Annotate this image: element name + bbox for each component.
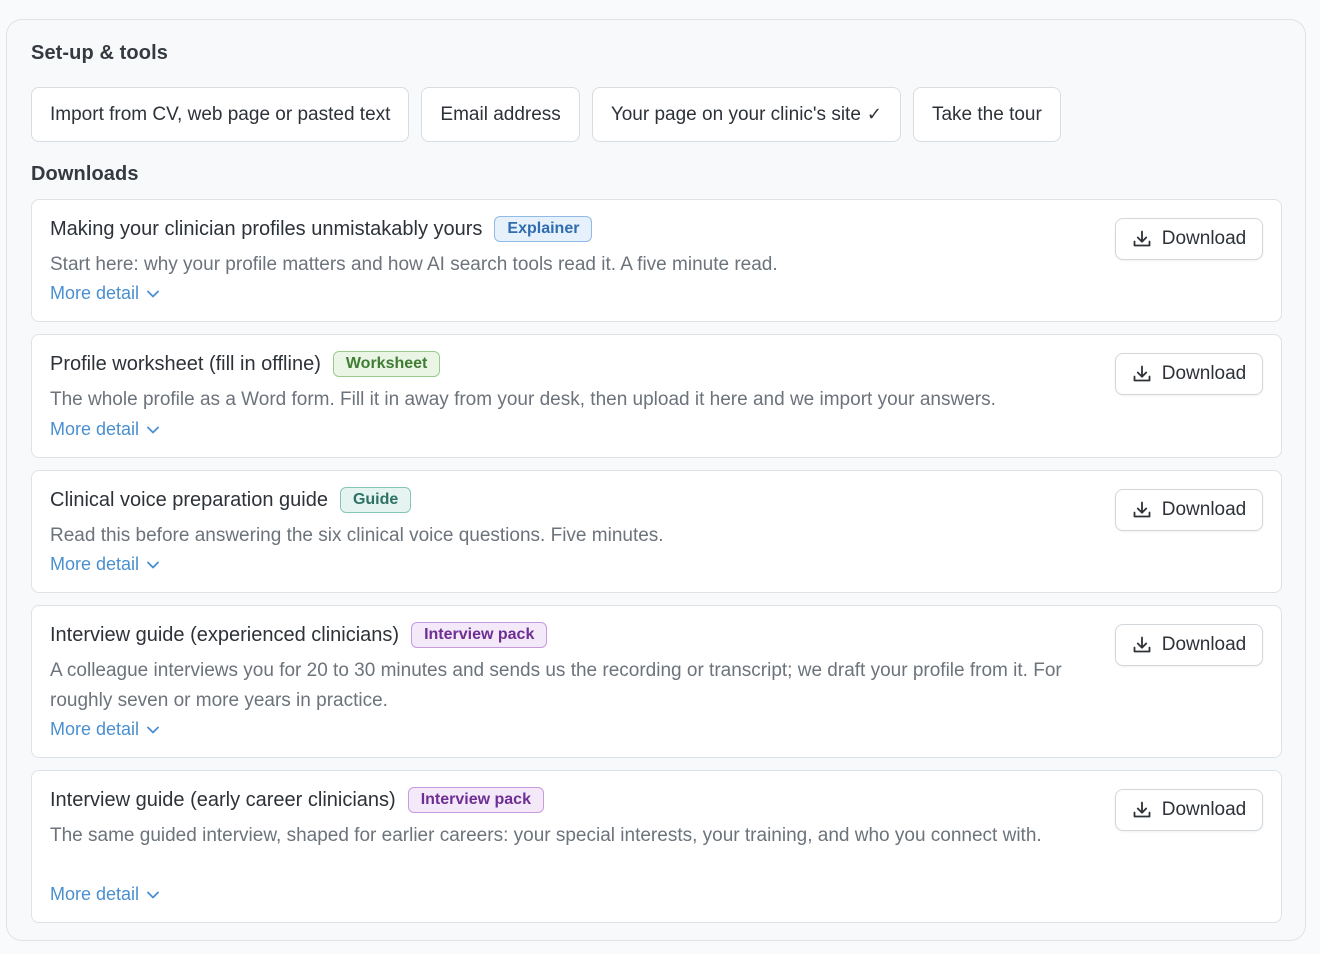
download-card-interview-early-career: Interview guide (early career clinicians… — [31, 770, 1282, 923]
download-card-description: Read this before answering the six clini… — [50, 525, 664, 546]
clinic-site-page-button-label: Your page on your clinic's site — [610, 103, 861, 125]
download-card-interview-experienced: Interview guide (experienced clinicians)… — [31, 605, 1282, 758]
download-card-header: Interview guide (early career clinicians… — [50, 787, 544, 813]
email-address-button[interactable]: Email address — [421, 87, 580, 142]
more-detail-label: More detail — [50, 554, 140, 574]
download-card-description: The same guided interview, shaped for ea… — [50, 825, 1042, 846]
download-card-title: Making your clinician profiles unmistaka… — [50, 217, 483, 240]
download-button-label: Download — [1161, 499, 1247, 520]
download-button-label: Download — [1161, 799, 1247, 820]
download-card-title: Profile worksheet (fill in offline) — [50, 352, 321, 375]
download-card-description: A colleague interviews you for 20 to 30 … — [50, 660, 1062, 711]
download-icon — [1132, 800, 1152, 820]
badge-explainer: Explainer — [494, 216, 593, 242]
more-detail-label: More detail — [50, 719, 140, 739]
take-tour-button-label: Take the tour — [931, 103, 1042, 125]
more-detail-link[interactable]: More detail — [50, 554, 159, 575]
downloads-title: Downloads — [31, 163, 139, 185]
chevron-down-icon — [147, 561, 159, 569]
chevron-down-icon — [147, 726, 159, 734]
download-card-description: The whole profile as a Word form. Fill i… — [50, 389, 996, 410]
badge-interview-pack: Interview pack — [411, 622, 548, 648]
badge-guide: Guide — [339, 487, 412, 513]
badge-worksheet: Worksheet — [332, 351, 441, 377]
download-button-label: Download — [1161, 634, 1247, 655]
chevron-down-icon — [147, 290, 159, 298]
download-button-label: Download — [1161, 228, 1247, 249]
download-card-header: Interview guide (experienced clinicians)… — [50, 622, 548, 648]
download-card-title: Interview guide (early career clinicians… — [50, 788, 396, 811]
download-button[interactable]: Download — [1115, 353, 1263, 395]
download-button-label: Download — [1161, 363, 1247, 384]
email-address-button-label: Email address — [440, 103, 561, 125]
download-button[interactable]: Download — [1115, 489, 1263, 531]
more-detail-label: More detail — [50, 884, 140, 904]
download-button[interactable]: Download — [1115, 789, 1263, 831]
check-icon: ✓ — [866, 104, 882, 124]
more-detail-link[interactable]: More detail — [50, 419, 159, 440]
chevron-down-icon — [147, 891, 159, 899]
download-card-header: Making your clinician profiles unmistaka… — [50, 216, 593, 242]
setup-tools-buttons: Import from CV, web page or pasted text … — [31, 87, 1061, 142]
download-icon — [1132, 635, 1152, 655]
download-card-guide: Clinical voice preparation guide Guide R… — [31, 470, 1282, 593]
download-icon — [1132, 364, 1152, 384]
download-card-title: Clinical voice preparation guide — [50, 488, 328, 511]
download-button[interactable]: Download — [1115, 218, 1263, 260]
more-detail-link[interactable]: More detail — [50, 283, 159, 304]
clinic-site-page-button[interactable]: Your page on your clinic's site ✓ — [591, 87, 901, 142]
download-icon — [1132, 500, 1152, 520]
import-cv-button[interactable]: Import from CV, web page or pasted text — [31, 87, 410, 142]
chevron-down-icon — [147, 426, 159, 434]
download-card-description: Start here: why your profile matters and… — [50, 254, 778, 275]
more-detail-link[interactable]: More detail — [50, 719, 159, 740]
download-card-explainer: Making your clinician profiles unmistaka… — [31, 199, 1282, 322]
more-detail-label: More detail — [50, 419, 140, 439]
import-cv-button-label: Import from CV, web page or pasted text — [50, 103, 391, 125]
badge-interview-pack: Interview pack — [407, 787, 544, 813]
take-tour-button[interactable]: Take the tour — [912, 87, 1061, 142]
download-card-header: Profile worksheet (fill in offline) Work… — [50, 351, 441, 377]
setup-tools-panel: Set-up & tools Import from CV, web page … — [6, 19, 1306, 941]
download-card-header: Clinical voice preparation guide Guide — [50, 487, 412, 513]
more-detail-link[interactable]: More detail — [50, 884, 159, 905]
download-button[interactable]: Download — [1115, 624, 1263, 666]
more-detail-label: More detail — [50, 283, 140, 303]
download-card-worksheet: Profile worksheet (fill in offline) Work… — [31, 334, 1282, 458]
download-icon — [1132, 229, 1152, 249]
setup-tools-title: Set-up & tools — [31, 42, 168, 64]
download-card-title: Interview guide (experienced clinicians) — [50, 623, 400, 646]
